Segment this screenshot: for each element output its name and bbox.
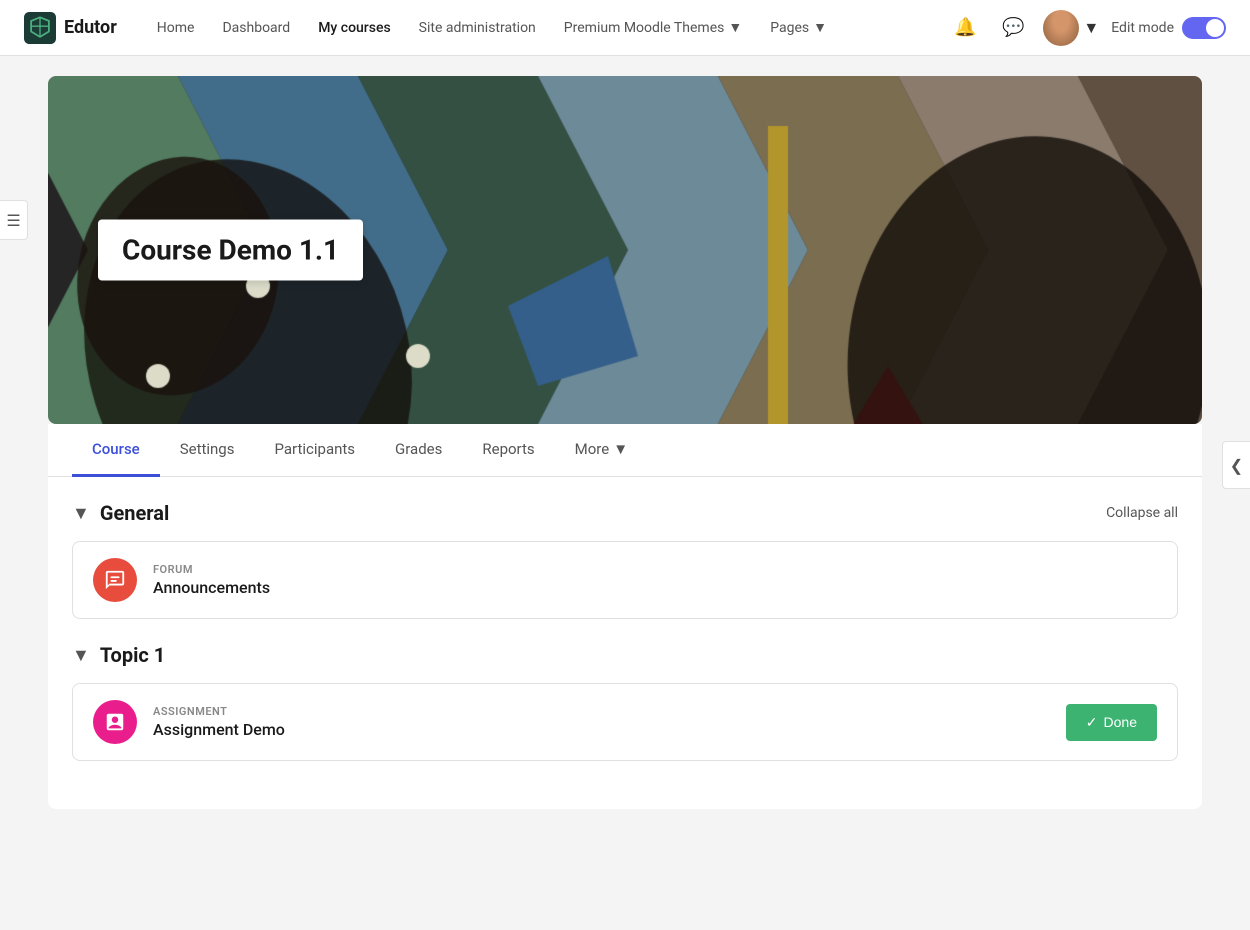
forum-activity-info: FORUM Announcements <box>153 563 1157 597</box>
collapse-all-button[interactable]: Collapse all <box>1106 505 1178 521</box>
forum-icon <box>104 569 126 591</box>
nav-dashboard[interactable]: Dashboard <box>210 12 302 44</box>
section-topic1: ▼ Topic 1 ASSIGNMENT Assignment Demo ✓ D… <box>72 643 1178 761</box>
general-chevron-icon[interactable]: ▼ <box>72 503 90 524</box>
assignment-type-label: ASSIGNMENT <box>153 705 1050 718</box>
dropdown-arrow-pages: ▼ <box>813 19 827 36</box>
edit-mode-label: Edit mode <box>1111 20 1174 36</box>
topic1-chevron-icon[interactable]: ▼ <box>72 645 90 666</box>
nav-my-courses[interactable]: My courses <box>306 12 402 44</box>
forum-type-label: FORUM <box>153 563 1157 576</box>
list-toggle[interactable]: ☰ <box>0 200 28 240</box>
toggle-knob <box>1206 19 1224 37</box>
user-avatar-container[interactable]: ▼ <box>1043 10 1099 46</box>
tab-settings[interactable]: Settings <box>160 424 255 477</box>
section-general: ▼ General Collapse all FORUM Announcemen… <box>72 501 1178 619</box>
course-content: Course Settings Participants Grades Repo… <box>48 424 1202 809</box>
course-tabs: Course Settings Participants Grades Repo… <box>48 424 1202 477</box>
chevron-left-icon: ❮ <box>1230 456 1243 475</box>
tab-reports[interactable]: Reports <box>462 424 554 477</box>
tab-grades[interactable]: Grades <box>375 424 462 477</box>
section-title-row: ▼ General <box>72 501 169 525</box>
done-label: Done <box>1104 714 1137 730</box>
dropdown-arrow-themes: ▼ <box>728 19 742 36</box>
topic1-section-title: Topic 1 <box>100 643 165 667</box>
nav-right: 🔔 💬 ▼ Edit mode <box>947 10 1226 46</box>
hero-course-title: Course Demo 1.1 <box>122 234 339 267</box>
assignment-icon-container <box>93 700 137 744</box>
nav-home[interactable]: Home <box>145 12 207 44</box>
section-general-header: ▼ General Collapse all <box>72 501 1178 525</box>
topic1-title-row: ▼ Topic 1 <box>72 643 165 667</box>
hero-title-box: Course Demo 1.1 <box>98 220 363 281</box>
list-icon: ☰ <box>6 211 20 230</box>
navbar: Edutor Home Dashboard My courses Site ad… <box>0 0 1250 56</box>
nav-pages[interactable]: Pages ▼ <box>758 11 839 44</box>
messages-button[interactable]: 💬 <box>995 10 1031 46</box>
brand-logo-link[interactable]: Edutor <box>24 12 117 44</box>
avatar-image <box>1043 10 1079 46</box>
assignment-name[interactable]: Assignment Demo <box>153 720 1050 739</box>
chat-icon: 💬 <box>1002 17 1024 38</box>
assignment-activity-info: ASSIGNMENT Assignment Demo <box>153 705 1050 739</box>
nav-site-administration[interactable]: Site administration <box>407 12 548 44</box>
general-section-title: General <box>100 501 169 525</box>
assignment-icon <box>104 711 126 733</box>
tab-more[interactable]: More ▼ <box>555 424 648 477</box>
nav-links: Home Dashboard My courses Site administr… <box>145 11 920 44</box>
brand-logo-icon <box>24 12 56 44</box>
edit-mode-toggle[interactable] <box>1182 17 1226 39</box>
avatar-dropdown-arrow: ▼ <box>1083 18 1099 38</box>
tab-course[interactable]: Course <box>72 424 160 477</box>
forum-icon-container <box>93 558 137 602</box>
brand-name: Edutor <box>64 17 117 38</box>
avatar <box>1043 10 1079 46</box>
right-sidebar-toggle[interactable]: ❮ <box>1222 441 1250 489</box>
nav-premium-themes[interactable]: Premium Moodle Themes ▼ <box>552 11 754 44</box>
done-button[interactable]: ✓ Done <box>1066 704 1157 741</box>
hero-banner: Course Demo 1.1 <box>48 76 1202 424</box>
notifications-button[interactable]: 🔔 <box>947 10 983 46</box>
more-dropdown-arrow: ▼ <box>613 440 628 458</box>
tab-participants[interactable]: Participants <box>254 424 375 477</box>
main-area: ▼ General Collapse all FORUM Announcemen… <box>48 477 1202 809</box>
section-topic1-header: ▼ Topic 1 <box>72 643 1178 667</box>
bell-icon: 🔔 <box>954 17 976 38</box>
assignment-activity-card: ASSIGNMENT Assignment Demo ✓ Done <box>72 683 1178 761</box>
forum-activity-card: FORUM Announcements <box>72 541 1178 619</box>
edit-mode-container: Edit mode <box>1111 17 1226 39</box>
done-checkmark-icon: ✓ <box>1086 714 1098 731</box>
forum-name[interactable]: Announcements <box>153 578 1157 597</box>
